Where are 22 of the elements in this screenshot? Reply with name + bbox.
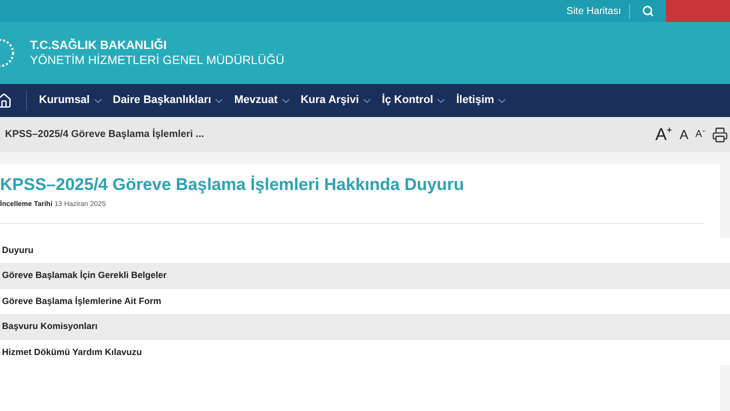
breadcrumb-text: KPSS–2025/4 Göreve Başlama İşlemleri ...	[5, 127, 204, 142]
font-size-button[interactable]: A⁺	[655, 122, 673, 148]
attachment-link[interactable]: Göreve Başlama İşlemlerine Ait Form	[0, 288, 730, 314]
ministry-title: T.C.SAĞLIK BAKANLIĞI	[30, 38, 168, 53]
nav-menu-item[interactable]: Kura Arşivi	[300, 92, 373, 109]
font-size-button[interactable]: A	[680, 124, 688, 144]
print-icon[interactable]	[712, 126, 728, 142]
attachment-link[interactable]: Hizmet Dökümü Yardım Kılavuzu	[0, 340, 730, 366]
photo-placeholder	[666, 0, 730, 22]
department-subtitle: YÖNETİM HİZMETLERİ GENEL MÜDÜRLÜĞÜ	[30, 53, 284, 68]
search-icon[interactable]	[642, 5, 654, 17]
attachment-link[interactable]: Başvuru Komisyonları	[0, 314, 730, 340]
nav-menu-item[interactable]: İç Kontrol	[382, 92, 448, 109]
nav-menu-item[interactable]: Mevzuat	[234, 92, 292, 109]
attachment-link[interactable]: Duyuru	[0, 238, 730, 264]
nav-menu-item[interactable]: Kurumsal	[39, 92, 104, 109]
nav-menu-item[interactable]: İletişim	[456, 92, 508, 109]
home-icon[interactable]	[0, 92, 12, 108]
attachment-link[interactable]: Göreve Başlamak İçin Gerekli Belgeler	[0, 263, 730, 289]
font-size-button[interactable]: A⁻	[695, 127, 705, 142]
article-title: KPSS–2025/4 Göreve Başlama İşlemleri Hakkında Duyuru	[0, 174, 465, 196]
nav-menu-item[interactable]: Daire Başkanlıkları	[112, 92, 226, 109]
